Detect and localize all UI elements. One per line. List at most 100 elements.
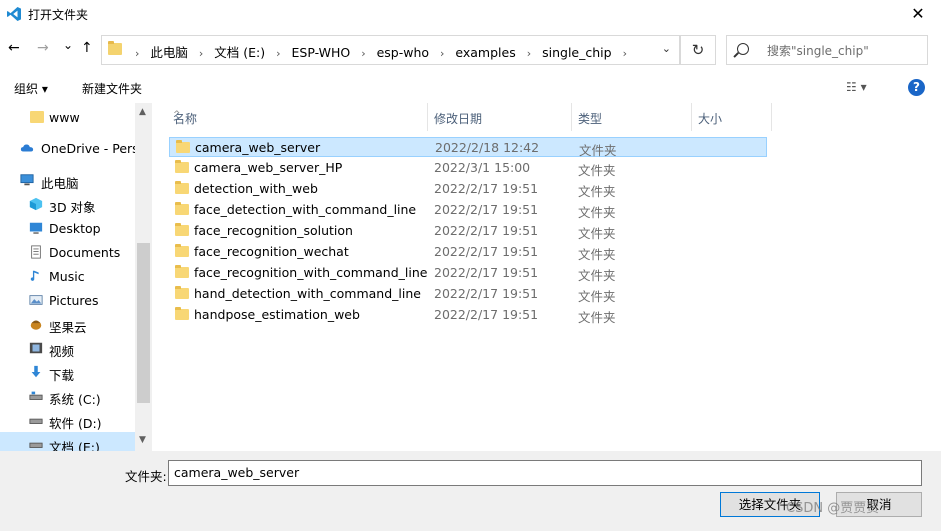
file-type: 文件夹 xyxy=(578,184,616,199)
list-item[interactable]: face_recognition_solution 2022/2/17 19:5… xyxy=(169,221,767,241)
sidebar-item-drive-e[interactable]: 文档 (E:) xyxy=(0,432,135,451)
breadcrumb-this-pc[interactable]: 此电脑 xyxy=(150,45,188,60)
file-name: face_recognition_solution xyxy=(194,223,353,238)
column-header-date[interactable]: 修改日期 xyxy=(428,103,572,131)
refresh-button[interactable]: ↻ xyxy=(680,35,716,65)
sort-ascending-icon: ^ xyxy=(173,110,181,120)
column-header-label: 大小 xyxy=(698,112,723,126)
file-type: 文件夹 xyxy=(578,205,616,220)
title-bar: 打开文件夹 ✕ xyxy=(0,0,941,28)
breadcrumb-esp-who-upper[interactable]: ESP-WHO xyxy=(292,45,351,60)
up-arrow-icon[interactable]: ↑ xyxy=(81,40,93,56)
sidebar-item-www[interactable]: www xyxy=(0,106,135,128)
file-type: 文件夹 xyxy=(578,268,616,283)
documents-icon xyxy=(31,245,41,259)
file-list: 名称 ^ 修改日期 类型 大小 camera_web_server 2022/2… xyxy=(155,103,941,451)
sidebar-item-documents[interactable]: Documents xyxy=(0,241,135,263)
sidebar-scrollbar[interactable]: ▲ ▼ xyxy=(135,103,152,451)
breadcrumb-examples[interactable]: examples xyxy=(455,45,515,60)
file-name: face_recognition_wechat xyxy=(194,244,349,259)
command-toolbar: 组织 ▾ 新建文件夹 ☷ ▾ ? xyxy=(0,74,941,100)
sidebar-item-pictures[interactable]: Pictures xyxy=(0,289,135,311)
list-item[interactable]: camera_web_server 2022/2/18 12:42 文件夹 xyxy=(169,137,767,158)
breadcrumb-single-chip[interactable]: single_chip xyxy=(542,45,611,60)
folder-name-value: camera_web_server xyxy=(174,465,300,480)
sidebar-item-drive-c[interactable]: 系统 (C:) xyxy=(0,385,135,407)
navigation-bar: ← → ⌄ ↑ › 此电脑 › 文档 (E:) › ESP-WHO › esp-… xyxy=(0,32,941,66)
sidebar-item-drive-d[interactable]: 软件 (D:) xyxy=(0,409,135,431)
back-arrow-icon[interactable]: ← xyxy=(8,40,20,56)
drive-icon xyxy=(29,391,43,400)
file-name: face_recognition_with_command_line xyxy=(194,265,428,280)
search-placeholder: 搜索"single_chip" xyxy=(767,44,869,58)
download-icon xyxy=(31,365,41,378)
forward-arrow-icon[interactable]: → xyxy=(37,40,49,56)
folder-name-field[interactable]: camera_web_server xyxy=(168,460,922,486)
sidebar-item-this-pc[interactable]: 此电脑 xyxy=(0,169,135,191)
file-date: 2022/2/18 12:42 xyxy=(435,140,540,155)
folder-icon xyxy=(175,244,189,257)
sidebar-item-downloads[interactable]: 下载 xyxy=(0,361,135,383)
breadcrumb-separator[interactable]: › xyxy=(361,47,365,60)
breadcrumb-esp-who[interactable]: esp-who xyxy=(377,45,429,60)
search-input[interactable]: 搜索"single_chip" xyxy=(726,35,928,65)
scrollbar-thumb[interactable] xyxy=(137,243,150,403)
list-item[interactable]: face_detection_with_command_line 2022/2/… xyxy=(169,200,767,220)
help-icon[interactable]: ? xyxy=(908,79,925,96)
list-item[interactable]: hand_detection_with_command_line 2022/2/… xyxy=(169,284,767,304)
breadcrumb-documents-e[interactable]: 文档 (E:) xyxy=(214,45,265,60)
recent-locations-chevron-icon[interactable]: ⌄ xyxy=(63,38,73,52)
column-header-label: 修改日期 xyxy=(434,112,483,126)
sidebar-item-onedrive[interactable]: OneDrive - Perso xyxy=(0,137,135,159)
file-name: handpose_estimation_web xyxy=(194,307,360,322)
close-button[interactable]: ✕ xyxy=(895,0,941,28)
cloud-icon xyxy=(20,144,34,152)
list-item[interactable]: camera_web_server_HP 2022/3/1 15:00 文件夹 xyxy=(169,158,767,178)
file-date: 2022/2/17 19:51 xyxy=(434,286,539,301)
organize-menu-button[interactable]: 组织 ▾ xyxy=(14,80,48,97)
column-header-type[interactable]: 类型 xyxy=(572,103,692,131)
folder-icon xyxy=(175,181,189,194)
window-title: 打开文件夹 xyxy=(28,8,89,22)
address-dropdown-chevron-icon[interactable]: ⌄ xyxy=(662,42,671,55)
sidebar-item-3d-objects[interactable]: 3D 对象 xyxy=(0,193,135,215)
watermark: CSDN @贾贾贾 xyxy=(786,501,880,516)
new-folder-button[interactable]: 新建文件夹 xyxy=(82,80,142,97)
list-item[interactable]: face_recognition_with_command_line 2022/… xyxy=(169,263,767,283)
sidebar-item-label: Documents xyxy=(49,245,121,260)
folder-name-label: 文件夹: xyxy=(125,469,167,484)
breadcrumb: › 此电脑 › 文档 (E:) › ESP-WHO › esp-who › ex… xyxy=(128,42,634,61)
file-type: 文件夹 xyxy=(578,310,616,325)
sidebar-item-label: 3D 对象 xyxy=(49,200,96,215)
address-bar[interactable]: › 此电脑 › 文档 (E:) › ESP-WHO › esp-who › ex… xyxy=(101,35,680,65)
column-header-size[interactable]: 大小 xyxy=(692,103,772,131)
breadcrumb-separator[interactable]: › xyxy=(527,47,531,60)
column-header-name[interactable]: 名称 ^ xyxy=(167,103,428,131)
folder-icon xyxy=(175,202,189,215)
file-name: face_detection_with_command_line xyxy=(194,202,417,217)
view-options-icon[interactable]: ☷ ▾ xyxy=(846,80,867,94)
sidebar-item-desktop[interactable]: Desktop xyxy=(0,217,135,239)
breadcrumb-separator[interactable]: › xyxy=(440,47,444,60)
sidebar-item-label: Desktop xyxy=(49,221,101,236)
sidebar-item-label: 系统 (C:) xyxy=(49,392,101,407)
sidebar-item-label: 视频 xyxy=(49,344,75,359)
video-icon xyxy=(29,342,43,354)
sidebar-item-label: 坚果云 xyxy=(49,320,87,335)
breadcrumb-separator[interactable]: › xyxy=(135,47,139,60)
sidebar-item-music[interactable]: Music xyxy=(0,265,135,287)
list-item[interactable]: handpose_estimation_web 2022/2/17 19:51 … xyxy=(169,305,767,325)
file-type: 文件夹 xyxy=(578,247,616,262)
scroll-down-arrow-icon[interactable]: ▼ xyxy=(139,435,146,445)
sidebar-item-label: 此电脑 xyxy=(41,176,79,191)
breadcrumb-separator[interactable]: › xyxy=(199,47,203,60)
nut-cloud-icon xyxy=(30,320,42,330)
sidebar-item-nut-cloud[interactable]: 坚果云 xyxy=(0,313,135,335)
scroll-up-arrow-icon[interactable]: ▲ xyxy=(139,107,146,117)
list-item[interactable]: detection_with_web 2022/2/17 19:51 文件夹 xyxy=(169,179,767,199)
breadcrumb-separator[interactable]: › xyxy=(623,47,627,60)
sidebar-item-videos[interactable]: 视频 xyxy=(0,337,135,359)
list-item[interactable]: face_recognition_wechat 2022/2/17 19:51 … xyxy=(169,242,767,262)
breadcrumb-separator[interactable]: › xyxy=(276,47,280,60)
drive-icon xyxy=(29,418,43,424)
